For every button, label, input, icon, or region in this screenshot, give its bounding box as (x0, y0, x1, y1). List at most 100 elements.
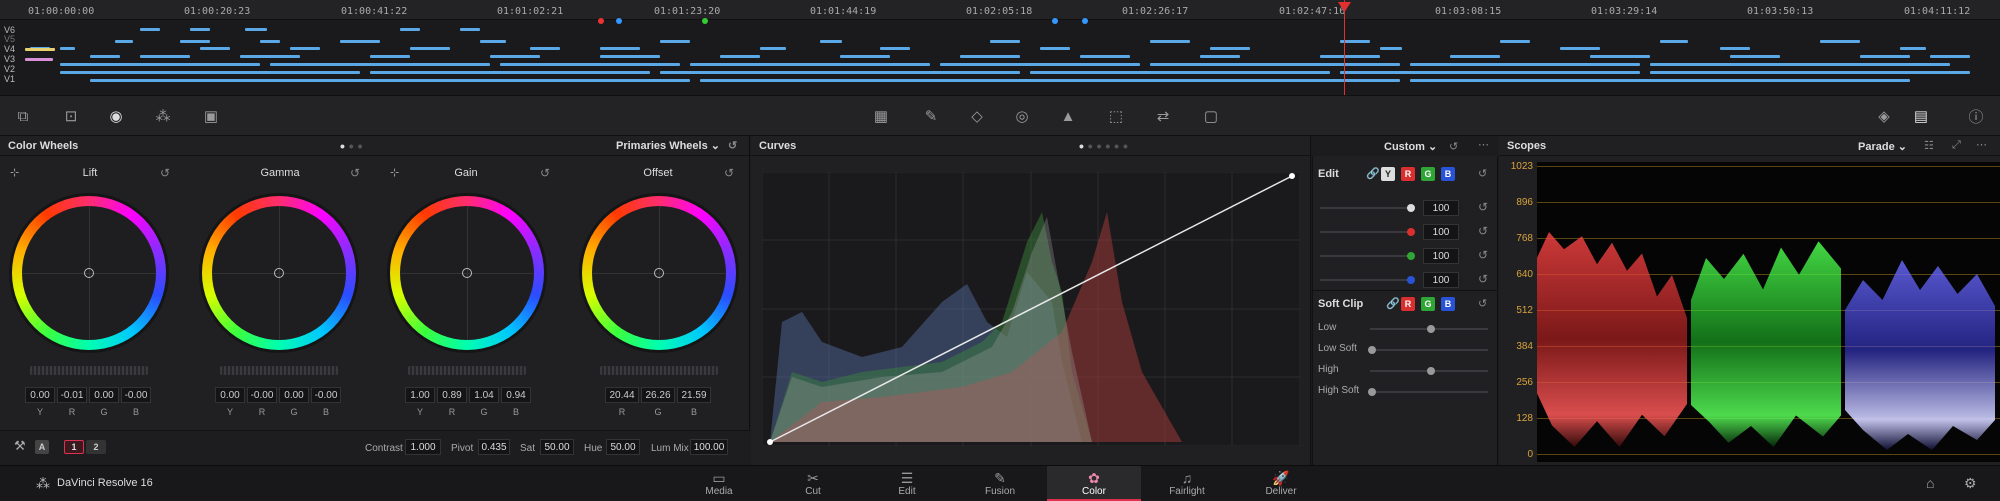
lummix-field[interactable]: 100.00 (690, 439, 728, 455)
softclip-r-toggle[interactable]: R (1401, 297, 1415, 311)
timeline-clip[interactable] (340, 40, 380, 43)
gamma-wheel[interactable] (202, 196, 356, 350)
color-wheels-icon[interactable]: ◉ (105, 105, 127, 127)
marker-blue[interactable] (616, 18, 622, 24)
timeline-clip[interactable] (940, 63, 1140, 66)
edit-value-field[interactable]: 100 (1423, 200, 1459, 216)
softclip-slider[interactable] (1370, 349, 1488, 351)
wheel-value-field[interactable]: 1.00 (405, 387, 435, 403)
page-tab-color[interactable]: ✿ Color (1047, 466, 1141, 501)
picker-icon[interactable]: ⊹ (390, 166, 399, 179)
timeline-clip[interactable] (1650, 63, 1950, 66)
timeline-clip[interactable] (260, 40, 280, 43)
softclip-slider[interactable] (1370, 391, 1488, 393)
edit-slider[interactable] (1320, 255, 1410, 257)
offset-master-slider[interactable] (600, 366, 718, 375)
softclip-slider-handle[interactable] (1427, 325, 1435, 333)
timeline-clip[interactable] (500, 63, 680, 66)
softclip-g-toggle[interactable]: G (1421, 297, 1435, 311)
timeline-clip[interactable] (1380, 47, 1402, 50)
picker-icon[interactable]: ⊹ (10, 166, 19, 179)
more-options-icon[interactable]: ⋯ (1976, 138, 1987, 151)
sizing-icon[interactable]: ⇄ (1152, 105, 1174, 127)
timeline-clip[interactable] (600, 47, 640, 50)
edit-value-field[interactable]: 100 (1423, 248, 1459, 264)
reset-icon[interactable]: ↺ (1478, 248, 1488, 262)
timeline-clip[interactable] (25, 48, 55, 51)
edit-slider[interactable] (1320, 279, 1410, 281)
curves-mode-select[interactable]: Custom ⌄ (1384, 140, 1437, 153)
wheel-value-field[interactable]: 0.00 (25, 387, 55, 403)
timeline-clip[interactable] (400, 28, 420, 31)
timeline-clip[interactable] (60, 71, 360, 74)
timeline-clip[interactable] (480, 40, 506, 43)
info-icon[interactable]: ⓘ (1965, 105, 1987, 127)
timeline-clip[interactable] (1410, 79, 1910, 82)
wheel-value-field[interactable]: 1.04 (469, 387, 499, 403)
wheel-value-field[interactable]: 20.44 (605, 387, 639, 403)
marker-green[interactable] (702, 18, 708, 24)
timeline-clip[interactable] (760, 47, 786, 50)
softclip-slider-handle[interactable] (1368, 346, 1376, 354)
page-tab-fairlight[interactable]: ♫ Fairlight (1140, 466, 1234, 501)
page-dots[interactable]: • • • • • • (1079, 138, 1128, 154)
marker-blue[interactable] (1052, 18, 1058, 24)
wheel-value-field[interactable]: -0.00 (311, 387, 341, 403)
qualifier-icon[interactable]: ✎ (920, 105, 942, 127)
reset-icon[interactable]: ↺ (540, 166, 550, 180)
reset-all-icon[interactable]: ↺ (728, 139, 737, 152)
wheels-mode-select[interactable]: Primaries Wheels ⌄ (616, 139, 720, 152)
tracker-icon[interactable]: ◎ (1011, 105, 1033, 127)
timeline-clip[interactable] (1150, 63, 1400, 66)
edit-slider[interactable] (1320, 231, 1410, 233)
timeline-clip[interactable] (1500, 40, 1530, 43)
timeline-clip[interactable] (1900, 47, 1926, 50)
timeline-clip[interactable] (490, 55, 540, 58)
timeline-clip[interactable] (180, 40, 210, 43)
3d-icon[interactable]: ▢ (1200, 105, 1222, 127)
motion-effects-icon[interactable]: ▣ (200, 105, 222, 127)
edit-slider-handle[interactable] (1407, 204, 1415, 212)
gain-wheel[interactable] (390, 196, 544, 350)
sat-field[interactable]: 50.00 (540, 439, 574, 455)
timeline-clip[interactable] (990, 40, 1020, 43)
page-tab-cut[interactable]: ✂ Cut (766, 466, 860, 501)
timeline-clip[interactable] (1820, 40, 1860, 43)
timeline-clip[interactable] (1080, 55, 1130, 58)
page-tab-media[interactable]: ▭ Media (672, 466, 766, 501)
reset-icon[interactable]: ↺ (1478, 224, 1488, 238)
page-dots[interactable]: • • • (340, 138, 363, 154)
timeline-clip[interactable] (660, 40, 690, 43)
timeline-clip[interactable] (1340, 71, 1640, 74)
timeline-clip[interactable] (1450, 55, 1500, 58)
wheel-value-field[interactable]: 21.59 (677, 387, 711, 403)
lift-master-slider[interactable] (30, 366, 148, 375)
lift-wheel[interactable] (12, 196, 166, 350)
expand-icon[interactable]: ⤢ (1952, 139, 1961, 152)
timeline-clip[interactable] (660, 71, 1020, 74)
timeline-clip[interactable] (1930, 55, 1970, 58)
blur-icon[interactable]: ▲ (1057, 105, 1079, 127)
channel-g-toggle[interactable]: G (1421, 167, 1435, 181)
timecode-ruler[interactable]: 01:00:00:00 01:00:20:23 01:00:41:22 01:0… (0, 0, 2000, 20)
wheel-value-field[interactable]: 0.89 (437, 387, 467, 403)
channel-b-toggle[interactable]: B (1441, 167, 1455, 181)
scopes-icon[interactable]: ▤ (1910, 105, 1932, 127)
reset-icon[interactable]: ↺ (1478, 200, 1488, 214)
timeline-clip[interactable] (370, 55, 410, 58)
link-icon[interactable]: 🔗 (1386, 297, 1400, 310)
auto-balance-icon[interactable]: ⚒ (14, 438, 26, 454)
timeline-clip[interactable] (1650, 71, 1970, 74)
edit-value-field[interactable]: 100 (1423, 272, 1459, 288)
timeline-clip[interactable] (25, 58, 53, 61)
wheel-value-field[interactable]: 0.94 (501, 387, 531, 403)
timeline-clip[interactable] (140, 28, 160, 31)
curves-graph[interactable] (762, 172, 1300, 446)
timeline-clip[interactable] (1410, 63, 1640, 66)
timeline-clip[interactable] (1590, 55, 1650, 58)
wheel-value-field[interactable]: -0.00 (247, 387, 277, 403)
timeline-clip[interactable] (115, 40, 133, 43)
timeline-clip[interactable] (1030, 71, 1330, 74)
contrast-field[interactable]: 1.000 (405, 439, 441, 455)
lightbox-icon[interactable]: ◈ (1873, 105, 1895, 127)
